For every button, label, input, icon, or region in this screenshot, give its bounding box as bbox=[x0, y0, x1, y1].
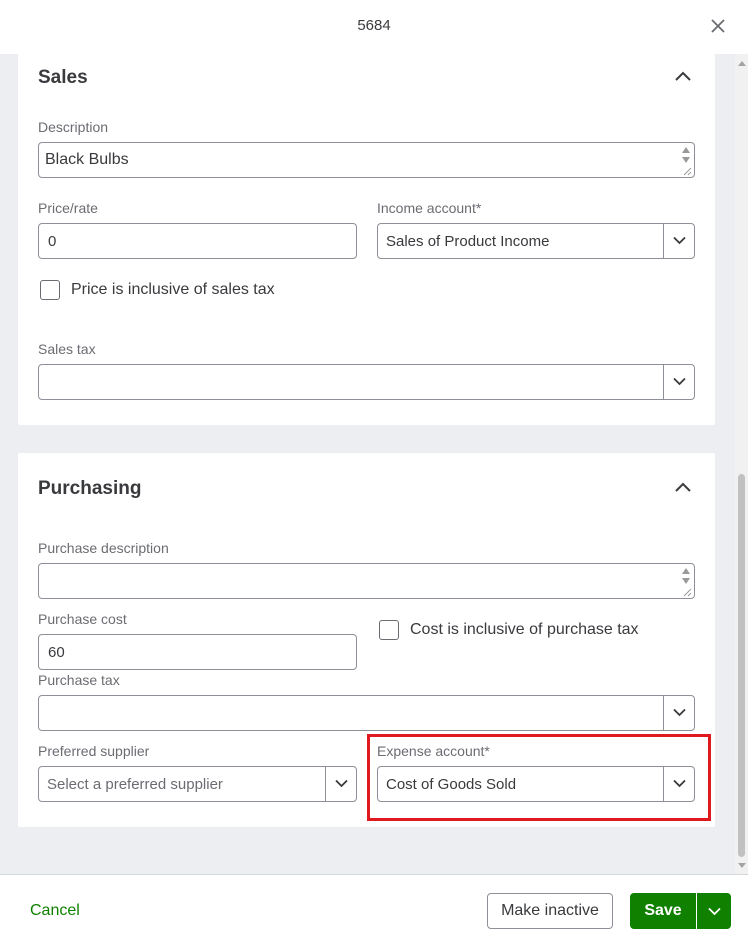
price-rate-value: 0 bbox=[48, 233, 57, 250]
cost-inclusive-checkbox-row[interactable]: Cost is inclusive of purchase tax bbox=[379, 620, 639, 640]
purchase-tax-dropdown-button[interactable] bbox=[663, 696, 694, 730]
scroll-thumb[interactable] bbox=[738, 474, 745, 857]
sales-section-title: Sales bbox=[38, 67, 88, 88]
collapse-purchasing-chevron-up-icon[interactable] bbox=[674, 480, 692, 492]
chevron-down-icon bbox=[673, 377, 686, 386]
sales-tax-select[interactable] bbox=[38, 364, 695, 400]
textarea-spinner-icon bbox=[680, 144, 692, 176]
scroll-down-arrow-icon[interactable] bbox=[738, 863, 746, 868]
purchasing-section-title: Purchasing bbox=[38, 478, 142, 499]
chevron-down-icon bbox=[673, 236, 686, 245]
purchase-tax-select[interactable] bbox=[38, 695, 695, 731]
income-account-label: Income account* bbox=[377, 200, 482, 216]
save-button[interactable]: Save bbox=[630, 893, 696, 929]
description-label: Description bbox=[38, 119, 109, 135]
cost-inclusive-label: Cost is inclusive of purchase tax bbox=[410, 621, 639, 638]
expense-account-label: Expense account* bbox=[377, 743, 490, 759]
cancel-button[interactable]: Cancel bbox=[30, 902, 80, 920]
chevron-down-icon bbox=[673, 779, 686, 788]
purchasing-section: Purchasing Purchase description Purchase… bbox=[18, 453, 715, 827]
sales-tax-label: Sales tax bbox=[38, 341, 96, 357]
purchase-tax-label: Purchase tax bbox=[38, 672, 120, 688]
price-rate-label: Price/rate bbox=[38, 200, 98, 216]
dialog-content: Sales Description Black Bulbs Price/rate… bbox=[0, 54, 735, 874]
purchase-cost-input[interactable]: 60 bbox=[38, 634, 357, 670]
expense-account-select[interactable]: Cost of Goods Sold bbox=[377, 766, 695, 802]
price-inclusive-checkbox-row[interactable]: Price is inclusive of sales tax bbox=[40, 280, 275, 300]
chevron-down-icon bbox=[673, 708, 686, 717]
dialog-footer: Cancel Make inactive Save bbox=[0, 874, 748, 942]
collapse-sales-chevron-up-icon[interactable] bbox=[674, 69, 692, 81]
purchase-cost-value: 60 bbox=[48, 644, 65, 661]
preferred-supplier-placeholder: Select a preferred supplier bbox=[47, 776, 223, 793]
preferred-supplier-select[interactable]: Select a preferred supplier bbox=[38, 766, 357, 802]
sales-section: Sales Description Black Bulbs Price/rate… bbox=[18, 54, 715, 425]
description-textarea[interactable]: Black Bulbs bbox=[38, 142, 695, 178]
make-inactive-button[interactable]: Make inactive bbox=[487, 893, 613, 929]
content-scrollbar[interactable] bbox=[735, 54, 748, 874]
dialog-header: 5684 bbox=[0, 0, 748, 54]
dialog-title: 5684 bbox=[357, 17, 391, 34]
save-options-button[interactable] bbox=[697, 893, 731, 929]
preferred-supplier-label: Preferred supplier bbox=[38, 743, 150, 759]
income-account-select[interactable]: Sales of Product Income bbox=[377, 223, 695, 259]
textarea-spinner-icon bbox=[680, 565, 692, 597]
purchase-description-label: Purchase description bbox=[38, 540, 169, 556]
close-icon[interactable] bbox=[708, 16, 728, 36]
price-rate-input[interactable]: 0 bbox=[38, 223, 357, 259]
preferred-supplier-dropdown-button[interactable] bbox=[325, 767, 356, 801]
description-value: Black Bulbs bbox=[45, 151, 129, 168]
expense-account-dropdown-button[interactable] bbox=[663, 767, 694, 801]
purchase-description-textarea[interactable] bbox=[38, 563, 695, 599]
cost-inclusive-checkbox[interactable] bbox=[379, 620, 399, 640]
income-account-value: Sales of Product Income bbox=[386, 233, 550, 250]
price-inclusive-label: Price is inclusive of sales tax bbox=[71, 281, 275, 298]
chevron-down-icon bbox=[335, 779, 348, 788]
chevron-down-icon bbox=[708, 907, 721, 916]
scroll-up-arrow-icon[interactable] bbox=[738, 61, 746, 66]
income-account-dropdown-button[interactable] bbox=[663, 224, 694, 258]
price-inclusive-checkbox[interactable] bbox=[40, 280, 60, 300]
expense-account-value: Cost of Goods Sold bbox=[386, 776, 517, 793]
purchase-cost-label: Purchase cost bbox=[38, 611, 127, 627]
sales-tax-dropdown-button[interactable] bbox=[663, 365, 694, 399]
